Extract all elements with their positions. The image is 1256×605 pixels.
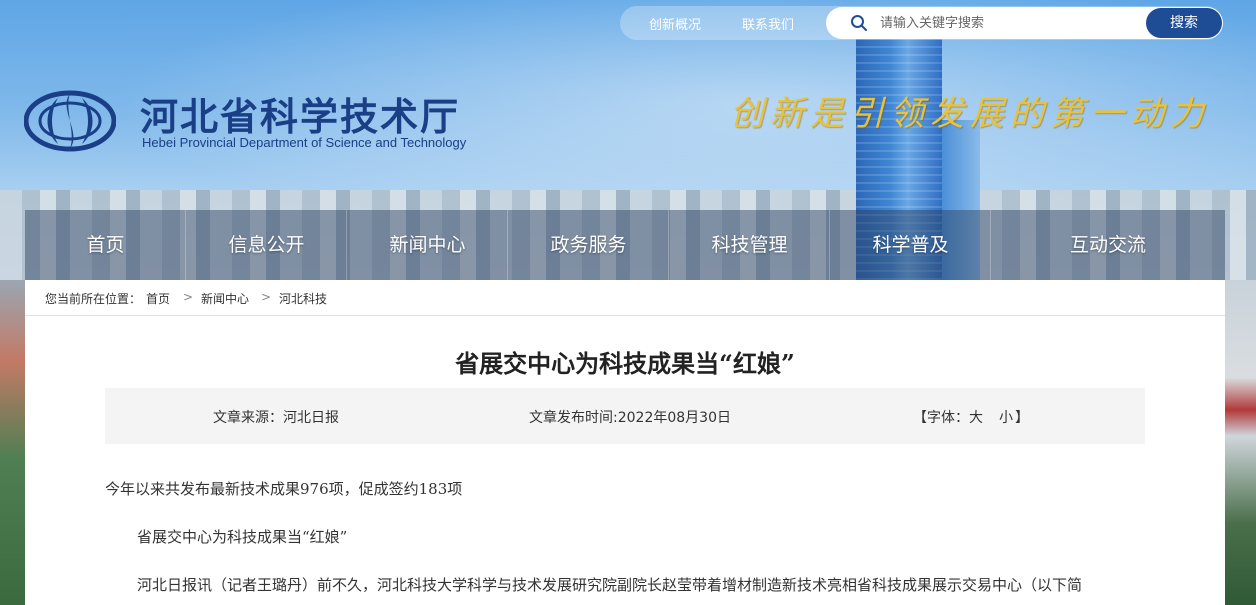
- search-icon[interactable]: [850, 14, 868, 32]
- breadcrumb-item-hebei-tech[interactable]: 河北科技: [279, 290, 327, 307]
- article-source: 文章来源：河北日报: [213, 410, 339, 426]
- font-small-button[interactable]: 小: [999, 407, 1013, 427]
- article-paragraph: 今年以来共发布最新技术成果976项，促成签约183项: [105, 480, 463, 498]
- breadcrumb: 您当前所在位置： 首页 > 新闻中心 > 河北科技: [25, 280, 1225, 316]
- nav-item-technology-management[interactable]: 科技管理: [669, 210, 830, 280]
- article-title: 省展交中心为科技成果当“红娘”: [455, 349, 795, 378]
- article-publish-time: 文章发布时间:2022年08月30日: [529, 410, 731, 426]
- article-panel: 您当前所在位置： 首页 > 新闻中心 > 河北科技 省展交中心为科技成果当“红娘…: [25, 280, 1225, 605]
- left-background-image: [0, 280, 25, 605]
- breadcrumb-separator: >: [183, 290, 194, 304]
- breadcrumb-prefix: 您当前所在位置：: [45, 292, 142, 306]
- font-size-label: 【字体：: [913, 410, 969, 426]
- breadcrumb-item-home[interactable]: 首页: [146, 290, 170, 307]
- font-size-label-close: 】: [1015, 410, 1029, 426]
- nav-item-information-disclosure[interactable]: 信息公开: [186, 210, 347, 280]
- department-logo-icon[interactable]: [24, 90, 116, 152]
- nav-item-news-center[interactable]: 新闻中心: [347, 210, 508, 280]
- contact-us-link[interactable]: 联系我们: [742, 14, 794, 33]
- font-large-button[interactable]: 大: [969, 407, 983, 427]
- article-paragraph: 省展交中心为科技成果当“红娘”: [137, 528, 348, 546]
- slogan: 创新是引领发展的第一动力: [730, 94, 1210, 134]
- right-background-image: [1225, 280, 1256, 605]
- article-paragraph: 河北日报讯（记者王璐丹）前不久，河北科技大学科学与技术发展研究院副院长赵莹带着增…: [137, 576, 1083, 594]
- breadcrumb-item-news-center[interactable]: 新闻中心: [201, 290, 249, 307]
- article-meta: 文章来源：河北日报 文章发布时间:2022年08月30日 【字体： 大 小 】: [105, 388, 1145, 444]
- innovation-overview-link[interactable]: 创新概况: [649, 14, 701, 33]
- search-button[interactable]: 搜索: [1146, 8, 1222, 38]
- breadcrumb-separator: >: [261, 290, 272, 304]
- nav-item-science-popularization[interactable]: 科学普及: [830, 210, 991, 280]
- search-input[interactable]: [880, 11, 1140, 35]
- department-name[interactable]: 河北省科学技术厅: [140, 86, 460, 141]
- nav-item-interaction[interactable]: 互动交流: [991, 210, 1225, 280]
- department-name-english: Hebei Provincial Department of Science a…: [142, 135, 467, 150]
- main-navigation: 首页 信息公开 新闻中心 政务服务 科技管理 科学普及 互动交流: [25, 210, 1225, 280]
- nav-item-government-services[interactable]: 政务服务: [508, 210, 669, 280]
- nav-item-home[interactable]: 首页: [25, 210, 186, 280]
